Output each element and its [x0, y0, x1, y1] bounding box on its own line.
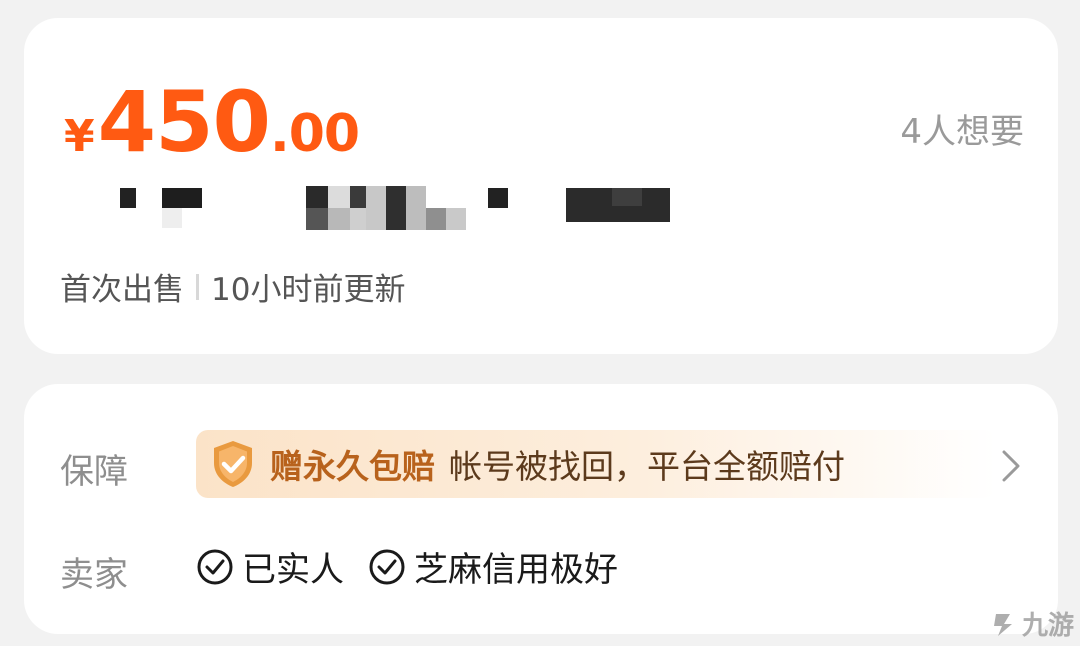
redacted-block	[488, 188, 508, 208]
watermark-logo-icon	[993, 613, 1012, 636]
guarantee-title: 赠永久包赔	[270, 447, 435, 486]
shield-check-icon	[214, 441, 252, 487]
seller-tag-verified: 已实人	[196, 542, 344, 591]
guarantee-label: 保障	[60, 452, 128, 492]
guarantee-banner[interactable]: 赠永久包赔 帐号被找回，平台全额赔付	[196, 430, 996, 498]
redacted-block	[446, 208, 466, 230]
want-count: 4人想要	[900, 112, 1024, 152]
price-currency: ¥	[64, 111, 95, 162]
meta-divider	[196, 273, 199, 300]
chevron-right-icon[interactable]	[998, 448, 1024, 484]
listing-updated: 10小时前更新	[211, 272, 406, 308]
redacted-block	[306, 208, 328, 230]
watermark: 九游	[990, 605, 1074, 642]
listing-meta: 首次出售 10小时前更新	[60, 264, 405, 309]
price: ¥ 450 .00	[64, 73, 360, 171]
seller-tag-label: 芝麻信用极好	[414, 550, 618, 590]
redacted-block	[328, 186, 350, 208]
redacted-block	[426, 208, 446, 230]
redacted-block	[306, 186, 328, 208]
guarantee-description: 帐号被找回，平台全额赔付	[449, 447, 845, 486]
seller-tag-label: 已实人	[242, 550, 344, 590]
seller-label: 卖家	[60, 555, 128, 595]
redacted-block	[162, 208, 182, 228]
price-integer: 450	[97, 73, 271, 171]
price-card: ¥ 450 .00 4人想要 首次出售 10小时前更新	[24, 18, 1058, 354]
redacted-block	[612, 188, 642, 206]
listing-condition: 首次出售	[60, 272, 184, 308]
watermark-text: 九游	[1021, 611, 1074, 641]
seller-tags: 已实人 芝麻信用极好	[196, 542, 642, 591]
redacted-block	[350, 208, 366, 230]
redacted-block	[162, 188, 202, 208]
redacted-block	[120, 188, 136, 208]
check-circle-icon	[197, 549, 233, 584]
redacted-title	[120, 186, 680, 246]
redacted-block	[328, 208, 350, 230]
price-decimal: .00	[269, 104, 360, 164]
check-circle-icon	[369, 549, 405, 584]
seller-tag-credit: 芝麻信用极好	[368, 542, 618, 591]
redacted-block	[406, 186, 426, 230]
guarantee-card: 保障 赠永久包赔 帐号被找回，平台全额赔付 卖家 已实人 芝麻信用极好	[24, 384, 1058, 634]
redacted-block	[386, 186, 406, 230]
redacted-block	[366, 186, 386, 230]
